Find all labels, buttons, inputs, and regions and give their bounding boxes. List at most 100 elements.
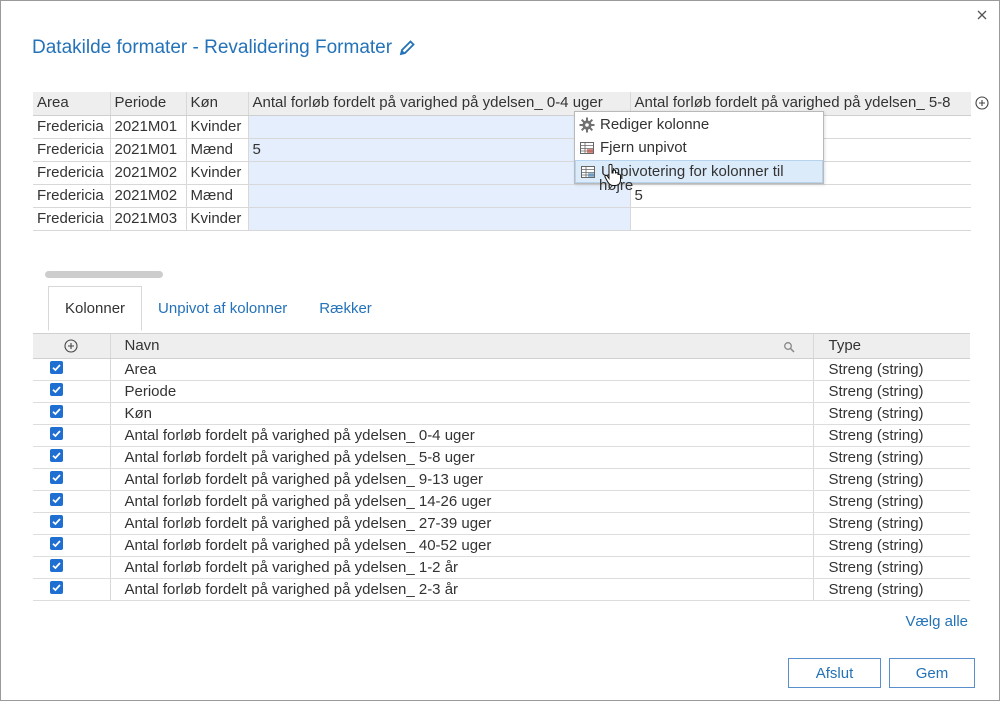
- columns-header-row: Navn Type: [33, 334, 970, 359]
- column-name-cell[interactable]: Antal forløb fordelt på varighed på ydel…: [110, 468, 814, 491]
- cell: Kvinder: [186, 207, 249, 231]
- column-type-cell[interactable]: Streng (string): [813, 380, 970, 403]
- column-type-cell[interactable]: Streng (string): [813, 512, 970, 535]
- title-row: Datakilde formater - Revalidering Format…: [32, 35, 416, 61]
- preview-header-koen[interactable]: Køn: [186, 92, 249, 116]
- table-row: Fredericia 2021M01 Kvinder: [33, 115, 971, 139]
- columns-table: Navn Type Area Streng (string) Periode Stre…: [33, 333, 970, 601]
- checkbox[interactable]: [49, 449, 63, 463]
- include-cell: [33, 490, 111, 513]
- menu-item-label: Fjern unpivot: [600, 139, 687, 156]
- column-type-cell[interactable]: Streng (string): [813, 556, 970, 579]
- cell: 2021M01: [110, 115, 187, 139]
- checkbox[interactable]: [49, 537, 63, 551]
- column-type-cell[interactable]: Streng (string): [813, 402, 970, 425]
- tab-rows[interactable]: Rækker: [303, 286, 388, 330]
- preview-grid: Area Periode Køn Antal forløb fordelt på…: [33, 92, 971, 232]
- table-row: Antal forløb fordelt på varighed på ydel…: [33, 468, 970, 491]
- preview-header-0-4-uger[interactable]: Antal forløb fordelt på varighed på ydel…: [248, 92, 631, 116]
- column-type-cell[interactable]: Streng (string): [813, 468, 970, 491]
- tab-unpivot-columns[interactable]: Unpivot af kolonner: [142, 286, 303, 330]
- include-cell: [33, 446, 111, 469]
- column-name-cell[interactable]: Antal forløb fordelt på varighed på ydel…: [110, 490, 814, 513]
- column-name-cell[interactable]: Antal forløb fordelt på varighed på ydel…: [110, 446, 814, 469]
- menu-item-edit-column[interactable]: Rediger kolonne: [575, 113, 823, 136]
- checkbox[interactable]: [49, 581, 63, 595]
- column-name-cell[interactable]: Køn: [110, 402, 814, 425]
- add-column-icon[interactable]: [975, 96, 989, 110]
- table-row: Antal forløb fordelt på varighed på ydel…: [33, 578, 970, 601]
- column-type-cell[interactable]: Streng (string): [813, 358, 970, 381]
- column-type-cell[interactable]: Streng (string): [813, 490, 970, 513]
- add-column-header: [33, 334, 111, 359]
- column-name-cell[interactable]: Periode: [110, 380, 814, 403]
- add-circle-icon[interactable]: [64, 339, 78, 353]
- cell: Fredericia: [33, 115, 111, 139]
- column-name-cell[interactable]: Area: [110, 358, 814, 381]
- checkbox[interactable]: [49, 515, 63, 529]
- tab-bar: Kolonner Unpivot af kolonner Rækker: [48, 286, 388, 331]
- include-cell: [33, 380, 111, 403]
- include-cell: [33, 512, 111, 535]
- column-type-cell[interactable]: Streng (string): [813, 446, 970, 469]
- column-name-cell[interactable]: Antal forløb fordelt på varighed på ydel…: [110, 578, 814, 601]
- cell: Kvinder: [186, 161, 249, 185]
- menu-item-remove-unpivot[interactable]: Fjern unpivot: [575, 136, 823, 159]
- cell: [248, 184, 631, 208]
- checkbox[interactable]: [49, 471, 63, 485]
- include-cell: [33, 556, 111, 579]
- tab-columns[interactable]: Kolonner: [48, 286, 143, 331]
- cell: Fredericia: [33, 161, 111, 185]
- cell: [248, 207, 631, 231]
- column-name-cell[interactable]: Antal forløb fordelt på varighed på ydel…: [110, 534, 814, 557]
- table-row: Antal forløb fordelt på varighed på ydel…: [33, 534, 970, 557]
- preview-header-periode[interactable]: Periode: [110, 92, 187, 116]
- gear-icon: [579, 117, 595, 133]
- cell: 5: [248, 138, 631, 162]
- column-type-cell[interactable]: Streng (string): [813, 578, 970, 601]
- column-name-cell[interactable]: Antal forløb fordelt på varighed på ydel…: [110, 424, 814, 447]
- table-row: Køn Streng (string): [33, 402, 970, 425]
- dialog-title: Datakilde formater - Revalidering Format…: [32, 37, 393, 58]
- include-cell: [33, 534, 111, 557]
- type-header[interactable]: Type: [813, 334, 970, 359]
- cell: [248, 115, 631, 139]
- name-header[interactable]: Navn: [110, 334, 814, 359]
- checkbox[interactable]: [49, 559, 63, 573]
- save-button[interactable]: Gem: [889, 658, 975, 688]
- checkbox[interactable]: [49, 361, 63, 375]
- cell: 2021M03: [110, 207, 187, 231]
- close-icon[interactable]: [975, 8, 989, 22]
- column-type-cell[interactable]: Streng (string): [813, 534, 970, 557]
- table-row: Antal forløb fordelt på varighed på ydel…: [33, 490, 970, 513]
- table-row: Antal forløb fordelt på varighed på ydel…: [33, 512, 970, 535]
- checkbox[interactable]: [49, 405, 63, 419]
- search-icon[interactable]: [783, 340, 795, 353]
- close-button[interactable]: Afslut: [788, 658, 881, 688]
- table-row: Area Streng (string): [33, 358, 970, 381]
- cell: 2021M02: [110, 161, 187, 185]
- column-type-cell[interactable]: Streng (string): [813, 424, 970, 447]
- select-all-link[interactable]: Vælg alle: [905, 613, 968, 630]
- include-cell: [33, 468, 111, 491]
- include-cell: [33, 424, 111, 447]
- table-icon: [580, 164, 596, 180]
- checkbox[interactable]: [49, 383, 63, 397]
- cell: [248, 161, 631, 185]
- include-cell: [33, 578, 111, 601]
- column-name-cell[interactable]: Antal forløb fordelt på varighed på ydel…: [110, 512, 814, 535]
- cell: [630, 207, 971, 231]
- preview-header-area[interactable]: Area: [33, 92, 111, 116]
- cell: Mænd: [186, 184, 249, 208]
- cell: Mænd: [186, 138, 249, 162]
- include-cell: [33, 358, 111, 381]
- table-row: Fredericia 2021M02 Mænd 5: [33, 184, 971, 208]
- datasource-format-dialog: Datakilde formater - Revalidering Format…: [0, 0, 1000, 701]
- horizontal-scrollbar[interactable]: [45, 271, 163, 278]
- column-name-cell[interactable]: Antal forløb fordelt på varighed på ydel…: [110, 556, 814, 579]
- cell: Kvinder: [186, 115, 249, 139]
- pencil-icon[interactable]: [398, 39, 416, 57]
- cell: 2021M01: [110, 138, 187, 162]
- checkbox[interactable]: [49, 493, 63, 507]
- checkbox[interactable]: [49, 427, 63, 441]
